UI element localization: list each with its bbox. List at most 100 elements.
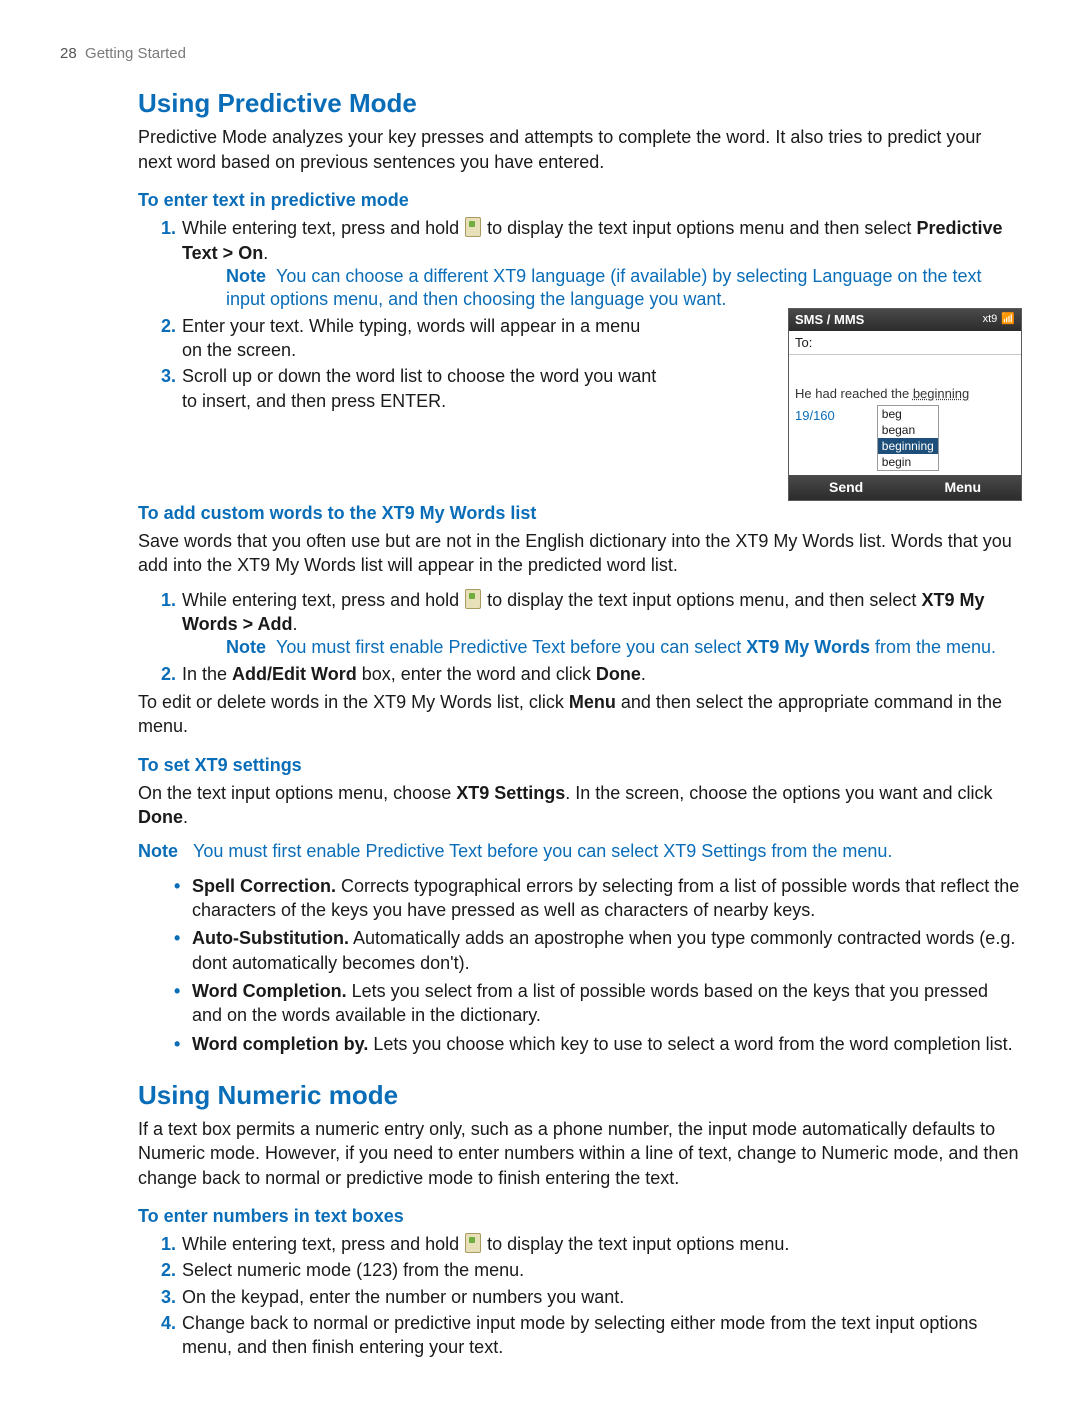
step-text: While entering text, press and hold [182, 218, 464, 238]
bullet-text: Lets you choose which key to use to sele… [368, 1034, 1012, 1054]
bullet-title: Word Completion. [192, 981, 347, 1001]
step-marker: 4. [150, 1311, 176, 1335]
phone-titlebar: SMS / MMS xt9📶 [789, 309, 1021, 331]
phone-softkeys: Send Menu [789, 475, 1021, 500]
phone-row: 19/160 beg began beginning begin [789, 405, 1021, 476]
subheading-add-custom-words: To add custom words to the XT9 My Words … [138, 501, 1020, 525]
typed-active-word: beginning [913, 386, 969, 401]
step-marker: 3. [150, 1285, 176, 1309]
phone-blank-area [789, 355, 1021, 383]
step-text: While entering text, press and hold [182, 590, 464, 610]
step-text: to display the text input options menu a… [482, 218, 916, 238]
step-text: . [293, 614, 298, 634]
step-text: . [641, 664, 646, 684]
prediction-item: beg [878, 406, 938, 422]
step: 1. While entering text, press and hold t… [166, 1232, 1020, 1256]
bold-text: Add/Edit Word [232, 664, 357, 684]
phone-status: xt9📶 [983, 312, 1015, 327]
paragraph: Save words that you often use but are no… [138, 529, 1020, 578]
step-list: 1. While entering text, press and hold t… [138, 588, 1020, 686]
note-text: You can choose a different XT9 language … [226, 266, 982, 309]
bullet-item: Word Completion. Lets you select from a … [178, 979, 1020, 1028]
char-counter: 19/160 [795, 405, 835, 425]
step-text: In the [182, 664, 232, 684]
step-marker: 2. [150, 662, 176, 686]
bullet-title: Spell Correction. [192, 876, 336, 896]
step-text: Change back to normal or predictive inpu… [182, 1313, 977, 1357]
step: 3. On the keypad, enter the number or nu… [166, 1285, 1020, 1309]
paragraph: Predictive Mode analyzes your key presse… [138, 125, 1020, 174]
phone-to-field: To: [789, 331, 1021, 356]
bullet-item: Word completion by. Lets you choose whic… [178, 1032, 1020, 1056]
section-name: Getting Started [85, 45, 186, 62]
to-label: To: [795, 335, 812, 350]
prediction-item-selected: beginning [878, 438, 938, 454]
step-text: to display the text input options menu. [482, 1234, 789, 1254]
softkey-send: Send [829, 478, 863, 497]
note-part: from the menu. [870, 637, 996, 657]
text: To edit or delete words in the XT9 My Wo… [138, 692, 569, 712]
heading-predictive-mode: Using Predictive Mode [138, 86, 1020, 121]
step-text: On the keypad, enter the number or numbe… [182, 1287, 624, 1307]
note: Note You can choose a different XT9 lang… [226, 265, 1020, 312]
note-text: You must first enable Predictive Text be… [193, 841, 892, 861]
note-part: You must first enable Predictive Text be… [276, 637, 746, 657]
heading-numeric-mode: Using Numeric mode [138, 1078, 1020, 1113]
prediction-item: began [878, 422, 938, 438]
text: . [183, 807, 188, 827]
step-marker: 1. [150, 216, 176, 240]
phone-screenshot: SMS / MMS xt9📶 To: He had reached the be… [788, 308, 1022, 501]
step: 4. Change back to normal or predictive i… [166, 1311, 1020, 1360]
bold-text: Menu [569, 692, 616, 712]
step: 2. Select numeric mode (123) from the me… [166, 1258, 1020, 1282]
paragraph: On the text input options menu, choose X… [138, 781, 1020, 830]
phone-title: SMS / MMS [795, 311, 864, 329]
step: 3. Scroll up or down the word list to ch… [166, 364, 662, 413]
note-bold: XT9 My Words [746, 637, 870, 657]
prediction-item: begin [878, 454, 938, 470]
prediction-list: beg began beginning begin [877, 405, 939, 472]
subheading-enter-predictive: To enter text in predictive mode [138, 188, 1020, 212]
star-key-icon [465, 1233, 481, 1253]
step-marker: 1. [150, 588, 176, 612]
subheading-set-xt9: To set XT9 settings [138, 753, 1020, 777]
note: Note You must first enable Predictive Te… [226, 636, 1020, 659]
paragraph: To edit or delete words in the XT9 My Wo… [138, 690, 1020, 739]
bullet-list: Spell Correction. Corrects typographical… [138, 874, 1020, 1056]
signal-icon: 📶 [1001, 312, 1015, 327]
step: 1. While entering text, press and hold t… [166, 588, 1020, 660]
document-page: 28 Getting Started Using Predictive Mode… [0, 0, 1080, 1424]
star-key-icon [465, 589, 481, 609]
typed-text: He had reached the [795, 386, 913, 401]
bullet-item: Auto-Substitution. Automatically adds an… [178, 926, 1020, 975]
bold-text: Done [596, 664, 641, 684]
note-label: Note [226, 637, 266, 657]
softkey-menu: Menu [944, 478, 981, 497]
note-label: Note [138, 841, 178, 861]
note: Note You must first enable Predictive Te… [138, 839, 1020, 863]
step-text: While entering text, press and hold [182, 1234, 464, 1254]
step-marker: 1. [150, 1232, 176, 1256]
bullet-title: Auto-Substitution. [192, 928, 349, 948]
star-key-icon [465, 217, 481, 237]
step: 1. While entering text, press and hold t… [166, 216, 1020, 311]
step-marker: 2. [150, 1258, 176, 1282]
bullet-item: Spell Correction. Corrects typographical… [178, 874, 1020, 923]
step: 2. Enter your text. While typing, words … [166, 314, 662, 363]
text: On the text input options menu, choose [138, 783, 456, 803]
note-label: Note [226, 266, 266, 286]
page-header: 28 Getting Started [60, 44, 1020, 64]
page-number: 28 [60, 45, 77, 62]
step-text: Select numeric mode (123) from the menu. [182, 1260, 524, 1280]
bullet-title: Word completion by. [192, 1034, 368, 1054]
step-text: to display the text input options menu, … [482, 590, 921, 610]
step-marker: 2. [150, 314, 176, 338]
step-marker: 3. [150, 364, 176, 388]
bold-text: Done [138, 807, 183, 827]
paragraph: If a text box permits a numeric entry on… [138, 1117, 1020, 1190]
subheading-enter-numbers: To enter numbers in text boxes [138, 1204, 1020, 1228]
page-content: Using Predictive Mode Predictive Mode an… [138, 86, 1020, 1359]
step: 2. In the Add/Edit Word box, enter the w… [166, 662, 1020, 686]
step-list: 1. While entering text, press and hold t… [138, 1232, 1020, 1359]
step-text: Enter your text. While typing, words wil… [182, 316, 640, 360]
